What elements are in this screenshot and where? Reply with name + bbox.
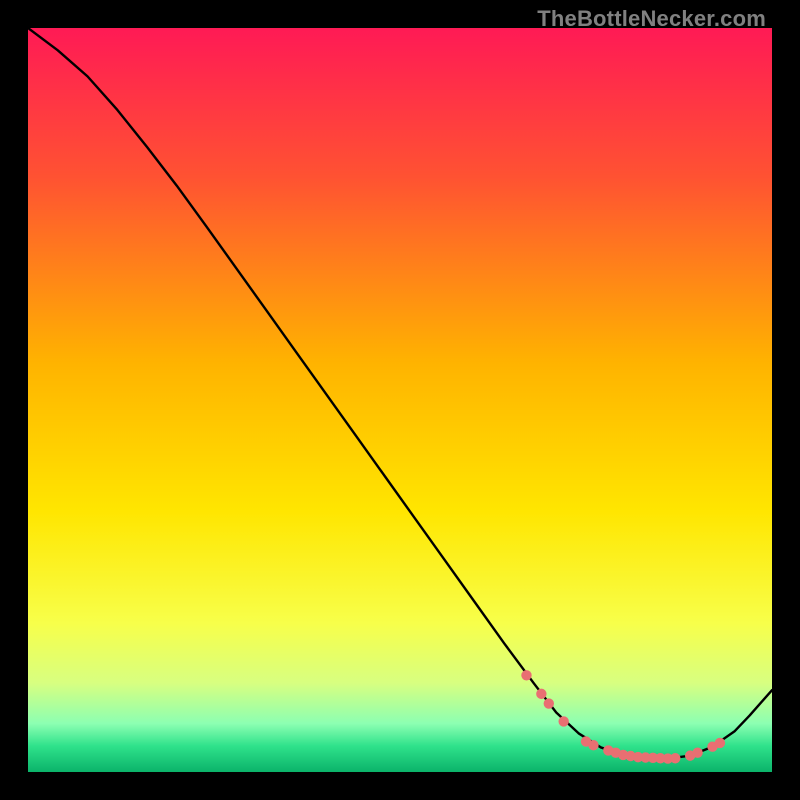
sample-point [558,716,568,726]
outer-black-frame: TheBottleNecker.com [0,0,800,800]
sample-point [521,670,531,680]
sample-point [670,753,680,763]
chart-svg [28,28,772,772]
sample-point [588,740,598,750]
sample-point [544,698,554,708]
watermark-label: TheBottleNecker.com [537,6,766,32]
sample-point [715,738,725,748]
plot-area [28,28,772,772]
sample-point [536,689,546,699]
sample-point [692,747,702,757]
